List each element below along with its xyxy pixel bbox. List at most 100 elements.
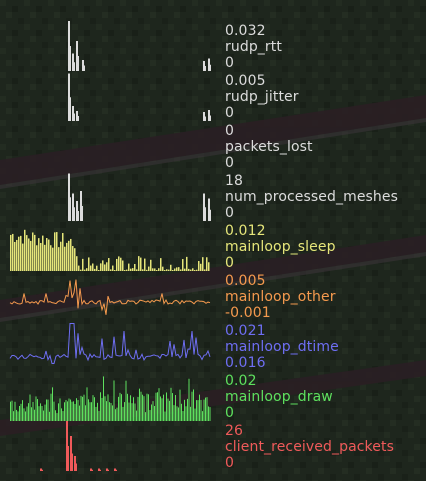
graph-bar xyxy=(108,258,110,271)
graph-bar xyxy=(70,238,72,271)
graph-bar xyxy=(74,113,75,121)
graph-bar xyxy=(37,399,38,421)
graph-bar xyxy=(97,402,98,421)
graph-bar xyxy=(20,403,22,421)
graph-bar xyxy=(44,244,46,271)
graph-bar xyxy=(80,395,82,421)
graph-name-label: client_received_packets xyxy=(225,439,394,455)
graph-bar xyxy=(197,400,199,421)
graph-bar xyxy=(28,403,29,421)
graph-bar xyxy=(116,407,118,421)
graph-bar xyxy=(208,198,210,221)
graph-bar xyxy=(92,395,94,421)
graph-bar xyxy=(92,263,94,271)
graph-bar xyxy=(106,468,108,471)
graph-bar xyxy=(13,411,14,421)
graph-bar xyxy=(59,398,61,421)
graph-bar xyxy=(199,394,200,421)
graph-bar xyxy=(50,393,52,421)
graph-bar xyxy=(65,399,67,421)
graph-bar xyxy=(144,258,146,271)
graph-bar xyxy=(152,401,154,421)
graph-bar xyxy=(208,262,210,271)
graph-bar xyxy=(41,405,43,421)
graph-bar xyxy=(113,380,115,421)
graph-bar xyxy=(136,410,137,421)
graph-bar xyxy=(31,407,32,421)
graph-min-value: 0 xyxy=(225,205,235,221)
graph-bar xyxy=(62,233,64,271)
graph-bar xyxy=(98,468,100,471)
graph-mainloop-sleep xyxy=(10,229,210,271)
graph-row-mainloop-other: 0.005 mainloop_other -0.001 xyxy=(0,271,426,321)
graph-bar xyxy=(56,232,58,271)
graph-bar xyxy=(11,400,13,421)
graph-bar xyxy=(35,396,37,421)
graph-bar xyxy=(151,404,152,421)
graph-bar xyxy=(80,191,82,221)
graph-bar xyxy=(82,206,83,221)
graph-bar xyxy=(133,397,134,421)
graph-bar xyxy=(122,260,124,271)
graph-bar xyxy=(74,207,75,221)
graph-bar xyxy=(205,207,206,221)
graph-min-value: 0 xyxy=(225,405,235,421)
graph-bar xyxy=(25,411,26,421)
graph-bar xyxy=(154,405,155,421)
graph-line xyxy=(9,323,211,364)
graph-bar xyxy=(76,111,78,121)
graph-bar xyxy=(49,411,50,421)
graph-bar xyxy=(26,406,28,421)
graph-bar xyxy=(206,397,208,421)
graph-client-received-packets xyxy=(40,421,117,471)
graph-bar xyxy=(68,21,70,71)
graph-bar xyxy=(62,411,64,421)
graph-bar xyxy=(40,468,42,471)
graph-max-value: 0.02 xyxy=(225,373,257,389)
graph-bar xyxy=(205,397,206,421)
graph-bar xyxy=(182,411,184,421)
graph-bar xyxy=(76,201,78,221)
graph-bar xyxy=(68,173,70,221)
graph-bar xyxy=(82,60,84,71)
graph-bar xyxy=(196,400,197,421)
graph-bar xyxy=(184,399,185,421)
graph-bar xyxy=(149,410,151,421)
graph-bar xyxy=(209,407,211,421)
graph-min-value: 0 xyxy=(225,105,235,121)
graph-bar xyxy=(32,401,34,421)
graph-bar xyxy=(94,397,95,421)
graph-bar xyxy=(16,409,17,421)
graph-bar xyxy=(106,401,107,421)
graph-bar xyxy=(34,409,35,421)
graph-bar xyxy=(102,260,104,271)
graph-bar xyxy=(26,235,28,271)
graph-bar xyxy=(30,240,32,271)
graph-max-value: 0.032 xyxy=(225,23,266,39)
graph-bar xyxy=(76,463,77,471)
graph-bar xyxy=(72,453,73,471)
graph-mainloop-draw xyxy=(10,376,211,421)
graph-row-num-processed-meshes: 18 num_processed_meshes 0 xyxy=(0,171,426,221)
graph-bar xyxy=(28,238,30,271)
graph-bar xyxy=(88,257,90,271)
graph-max-value: 0.012 xyxy=(225,223,266,239)
graph-name-label: num_processed_meshes xyxy=(225,189,399,205)
graph-bar xyxy=(118,256,120,271)
graph-num-processed-meshes xyxy=(68,173,211,221)
graph-bar xyxy=(208,406,209,421)
graph-bar xyxy=(155,392,157,421)
graph-bar xyxy=(157,392,158,421)
graph-bar xyxy=(58,403,59,421)
graph-bar xyxy=(92,469,93,471)
graph-bar xyxy=(83,394,85,421)
graph-bar xyxy=(161,398,163,421)
graph-bar xyxy=(38,406,40,421)
graph-bar xyxy=(160,258,162,271)
graph-bar xyxy=(78,211,79,221)
graph-bar xyxy=(86,387,88,421)
graph-bar xyxy=(17,411,19,421)
graph-bar xyxy=(71,401,73,421)
graph-bar xyxy=(145,412,146,421)
graph-min-value: -0.001 xyxy=(225,305,271,321)
